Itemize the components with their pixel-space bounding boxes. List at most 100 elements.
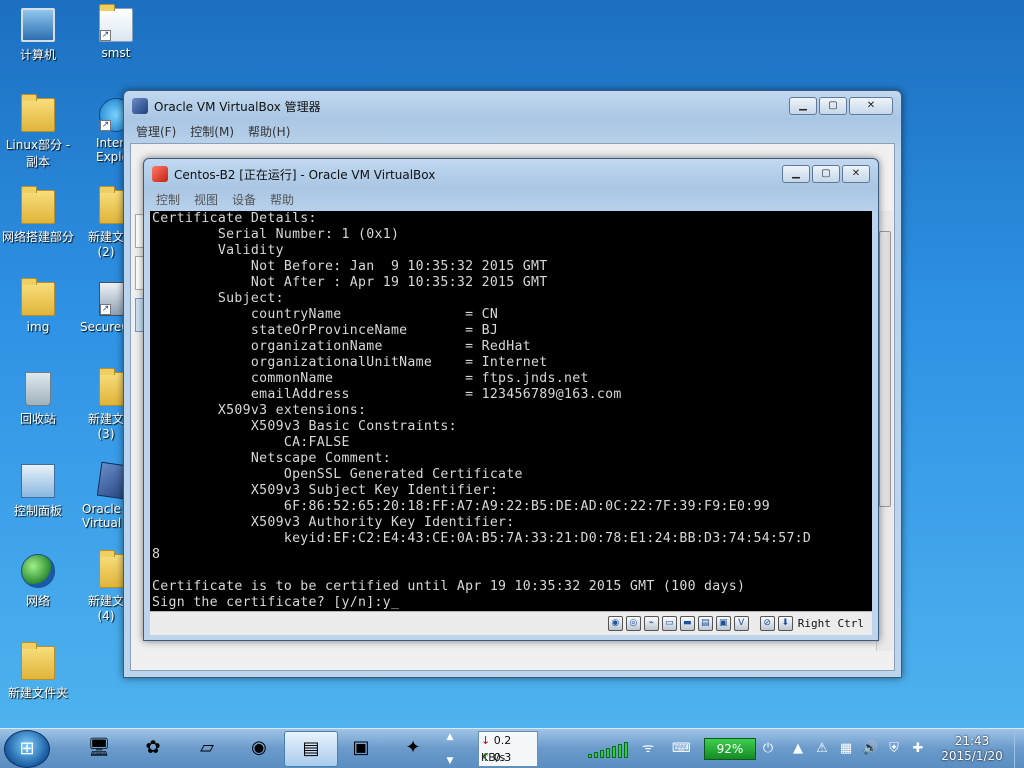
network-adapter-icon[interactable]: ▤ [697, 616, 713, 631]
taskbar-scroll-arrows[interactable]: ▲ ▼ [444, 731, 456, 767]
vm-window-controls: ▁ ▢ ✕ [782, 165, 870, 183]
folder-icon [21, 94, 55, 132]
menu-help[interactable]: 帮助 [270, 191, 294, 208]
taskbar-explorer[interactable]: ▤ [284, 731, 338, 767]
terminal-line: X509v3 extensions: [152, 403, 367, 418]
terminal-line: organizationalUnitName = Internet [152, 355, 548, 370]
maximize-button[interactable]: ▢ [812, 165, 840, 183]
desktop-icon-new-folder[interactable]: 新建文件夹 [0, 642, 76, 701]
close-button[interactable]: ✕ [849, 97, 893, 115]
folder-icon[interactable]: ▬ [679, 616, 695, 631]
manager-menubar: 管理(F) 控制(M) 帮助(H) [124, 121, 901, 141]
terminal-line: Not After : Apr 19 10:35:32 2015 GMT [152, 275, 548, 290]
menu-machine[interactable]: 控制 [156, 191, 180, 208]
desktop-icon-label: Linux部分 - 副本 [5, 138, 71, 169]
mouse-integration-icon[interactable]: ⊘ [759, 616, 775, 631]
menu-view[interactable]: 视图 [194, 191, 218, 208]
desktop-icon-label: smst [101, 46, 131, 60]
start-button[interactable]: ⊞ [4, 730, 50, 768]
clock[interactable]: 21:43 2015/1/20 [930, 734, 1014, 764]
desktop-icon-linux-folder[interactable]: Linux部分 - 副本 [0, 94, 76, 170]
security-shield-icon[interactable]: ⛨ [886, 741, 902, 757]
vm-terminal-screen[interactable]: Certificate Details: Serial Number: 1 (0… [150, 211, 872, 611]
volume-icon[interactable]: 🔊 [862, 741, 878, 757]
computer-icon [21, 8, 55, 42]
desktop-icon-label: 网络 [25, 594, 50, 608]
desktop-icon-network[interactable]: 网络 [0, 554, 76, 609]
close-button[interactable]: ✕ [842, 165, 870, 183]
terminal-line: countryName = CN [152, 307, 499, 322]
taskbar-app-7[interactable]: ✦ [386, 731, 440, 767]
terminal-line: Serial Number: 1 (0x1) [152, 227, 400, 242]
taskbar-network-monitor[interactable]: 🖥 [72, 731, 126, 767]
terminal-line: X509v3 Basic Constraints: [152, 419, 457, 434]
terminal-line: 8 [152, 547, 161, 562]
shortcut-arrow-icon: ↗ [100, 30, 111, 41]
folder-icon [21, 642, 55, 680]
recycle-bin-icon [25, 372, 51, 406]
usb-icon[interactable]: ⌁ [643, 616, 659, 631]
terminal-line: Certificate is to be certified until Apr… [152, 579, 746, 594]
host-key-label: Right Ctrl [797, 617, 864, 630]
terminal-line: Not Before: Jan 9 10:35:32 2015 GMT [152, 259, 548, 274]
desktop-icon-label: 新建文 (2) [87, 230, 124, 259]
desktop-icon-label: 控制面板 [13, 504, 62, 518]
folder-icon [21, 278, 55, 316]
desktop-icon-control-panel[interactable]: 控制面板 [0, 464, 76, 519]
desktop-icon-recycle-bin[interactable]: 回收站 [0, 372, 76, 427]
desktop-icon-computer[interactable]: 计算机 [0, 8, 76, 63]
show-hidden-icons-icon[interactable]: ▲ [790, 741, 806, 757]
taskbar-notes[interactable]: ▱ [180, 731, 234, 767]
net-speed-widget: ↓ 0.2 KB/s ↑ 0.3 KB/s [478, 731, 538, 767]
desktop-icon-label: 回收站 [19, 412, 56, 426]
keyboard-icon[interactable]: ⌨ [672, 741, 691, 757]
clock-time: 21:43 [954, 734, 990, 748]
video-capture-icon[interactable]: ▣ [715, 616, 731, 631]
scrollbar-thumb[interactable] [879, 231, 891, 507]
manager-window-controls: ▁ ▢ ✕ [789, 97, 893, 115]
tray-app-icon[interactable]: ⚠ [814, 741, 830, 757]
power-plug-icon[interactable]: ⏻ [760, 741, 776, 757]
battery-indicator[interactable]: 92% [704, 738, 756, 760]
terminal-line: Validity [152, 243, 284, 258]
folder-icon [21, 186, 55, 224]
terminal-line: X509v3 Authority Key Identifier: [152, 515, 515, 530]
desktop-icon-label: 网络搭建部分 [1, 230, 74, 244]
manager-titlebar[interactable]: Oracle VM VirtualBox 管理器 [124, 91, 901, 121]
desktop-icon-img-folder[interactable]: img [0, 278, 76, 334]
terminal-line: Certificate Details: [152, 211, 317, 226]
desktop-icon-network-setup-folder[interactable]: 网络搭建部分 [0, 186, 76, 245]
desktop-icon-smst[interactable]: ↗ smst [78, 4, 154, 60]
maximize-button[interactable]: ▢ [819, 97, 847, 115]
menu-devices[interactable]: 设备 [232, 191, 256, 208]
shortcut-arrow-icon: ↗ [100, 120, 111, 131]
virtualization-icon[interactable]: V [733, 616, 749, 631]
shared-folders-icon[interactable]: ▭ [661, 616, 677, 631]
menu-help[interactable]: 帮助(H) [248, 123, 290, 140]
desktop-icon-label: img [26, 320, 50, 334]
vm-console-window[interactable]: Centos-B2 [正在运行] - Oracle VM VirtualBox … [143, 158, 879, 641]
taskbar-virtualbox[interactable]: ▣ [334, 731, 388, 767]
tray-plus-icon[interactable]: ✚ [910, 741, 926, 757]
signal-strength-icon[interactable] [588, 740, 628, 758]
minimize-button[interactable]: ▁ [782, 165, 810, 183]
taskbar-app-2[interactable]: ✿ [126, 731, 180, 767]
control-panel-icon [21, 464, 55, 498]
terminal-line: X509v3 Subject Key Identifier: [152, 483, 499, 498]
terminal-line: 6F:86:52:65:20:18:FF:A7:A9:22:B5:DE:AD:0… [152, 499, 770, 514]
network-icon [21, 554, 55, 588]
terminal-line: Subject: [152, 291, 284, 306]
minimize-button[interactable]: ▁ [789, 97, 817, 115]
wireless-icon[interactable]: ᯤ [640, 741, 656, 757]
taskbar-360[interactable]: ◉ [232, 731, 286, 767]
system-tray: ᯤ ⌨ 92% ⏻ ▲ ⚠ ▦ 🔊 ⛨ ✚ 21:43 2015/1/20 [588, 729, 1024, 768]
network-status-icon[interactable]: ▦ [838, 741, 854, 757]
show-desktop-button[interactable] [1014, 729, 1024, 768]
hard-disk-icon[interactable]: ◉ [607, 616, 623, 631]
terminal-line: OpenSSL Generated Certificate [152, 467, 523, 482]
menu-control[interactable]: 控制(M) [190, 123, 234, 140]
menu-manage[interactable]: 管理(F) [136, 123, 176, 140]
optical-drive-icon[interactable]: ◎ [625, 616, 641, 631]
vm-titlebar[interactable]: Centos-B2 [正在运行] - Oracle VM VirtualBox [144, 159, 878, 189]
